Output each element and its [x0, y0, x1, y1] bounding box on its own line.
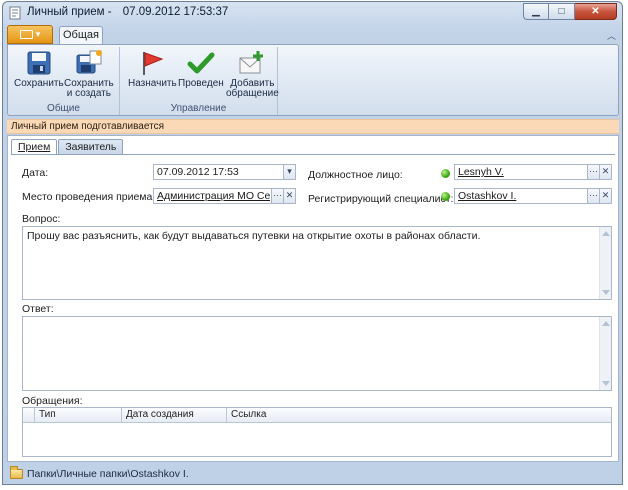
folder-icon — [10, 466, 23, 479]
place-label: Место проведения приема: — [22, 191, 156, 203]
ribbon-group-general-title: Общие — [47, 103, 80, 114]
question-scrollbar[interactable] — [599, 227, 611, 299]
column-header-type[interactable]: Тип — [35, 408, 122, 423]
registrar-field[interactable]: Ostashkov I. ··· ✕ — [454, 188, 612, 204]
app-menu-button[interactable]: ▾ — [7, 25, 53, 44]
official-field[interactable]: Lesnyh V. ··· ✕ — [454, 164, 612, 180]
status-banner: Личный прием подготавливается — [7, 119, 619, 134]
scroll-up-icon[interactable] — [602, 321, 610, 326]
question-textarea[interactable]: Прошу вас разъяснить, как будут выдавать… — [22, 226, 612, 300]
registrar-browse-button[interactable]: ··· — [587, 189, 599, 203]
ribbon-group-management-title: Управление — [170, 103, 227, 114]
assign-button-label: Назначить — [128, 78, 177, 89]
place-field[interactable]: Администрация МО Сертолов ··· ✕ — [153, 188, 296, 204]
title-bar: Личный прием - 07.09.2012 17:53:37 ▁ □ ✕ — [3, 2, 622, 24]
date-label: Дата: — [22, 167, 49, 179]
window-title: Личный прием - 07.09.2012 17:53:37 — [27, 6, 236, 18]
scroll-up-icon[interactable] — [602, 231, 610, 236]
dropdown-arrow-icon: ▾ — [35, 29, 41, 39]
ribbon-group-management: Назначить Проведен Добавить обращение Уп… — [120, 47, 279, 115]
registrar-clear-button[interactable]: ✕ — [599, 189, 611, 203]
red-flag-icon — [143, 52, 164, 75]
scroll-down-icon[interactable] — [602, 381, 610, 386]
ribbon-group-general: Сохранить Сохранить и создать Общие — [8, 47, 120, 115]
add-envelope-icon — [239, 51, 264, 74]
save-and-create-button-label: Сохранить и создать — [64, 78, 114, 99]
form-content: Прием Заявитель Дата: 07.09.2012 17:53 ▾… — [7, 135, 619, 462]
appeals-label: Обращения: — [22, 395, 83, 407]
minimize-button[interactable]: ▁ — [523, 3, 549, 20]
save-button-label: Сохранить — [14, 78, 64, 89]
place-clear-button[interactable]: ✕ — [283, 189, 295, 203]
date-value: 07.09.2012 17:53 — [157, 166, 239, 178]
date-dropdown-button[interactable]: ▾ — [283, 165, 295, 179]
official-label: Должностное лицо: — [308, 169, 403, 181]
app-menu-icon — [19, 30, 33, 39]
answer-scrollbar[interactable] — [599, 317, 611, 390]
date-field[interactable]: 07.09.2012 17:53 ▾ — [153, 164, 296, 180]
registrar-label: Регистрирующий специалист: — [308, 193, 454, 205]
window-controls: ▁ □ ✕ — [523, 3, 617, 20]
assign-button[interactable]: Назначить — [128, 49, 177, 89]
official-clear-button[interactable]: ✕ — [599, 165, 611, 179]
column-header-created[interactable]: Дата создания — [122, 408, 227, 423]
official-status-icon — [441, 169, 450, 178]
window-title-datetime: 07.09.2012 17:53:37 — [122, 6, 229, 18]
ribbon: Сохранить Сохранить и создать Общие Назн… — [7, 44, 619, 116]
form-tabs: Прием Заявитель — [11, 139, 124, 155]
app-window: Личный прием - 07.09.2012 17:53:37 ▁ □ ✕… — [2, 1, 623, 485]
save-and-create-button[interactable]: Сохранить и создать — [64, 49, 114, 99]
maximize-button[interactable]: □ — [549, 3, 575, 20]
save-button[interactable]: Сохранить — [14, 49, 64, 89]
place-browse-button[interactable]: ··· — [271, 189, 283, 203]
conducted-button[interactable]: Проведен — [178, 49, 224, 89]
ribbon-collapse-icon[interactable]: ︿ — [607, 29, 616, 42]
footer-path-bar: Папки\Личные папки\Ostashkov I. — [7, 464, 619, 484]
document-icon — [9, 6, 21, 20]
add-appeal-button[interactable]: Добавить обращение — [226, 49, 279, 99]
tab-reception[interactable]: Прием — [11, 139, 58, 155]
tab-applicant[interactable]: Заявитель — [58, 139, 124, 154]
appeals-grid[interactable]: Тип Дата создания Ссылка — [22, 407, 612, 457]
reception-panel: Дата: 07.09.2012 17:53 ▾ Должностное лиц… — [11, 154, 615, 460]
close-button[interactable]: ✕ — [575, 3, 617, 20]
conducted-button-label: Проведен — [178, 78, 224, 89]
answer-textarea[interactable] — [22, 316, 612, 391]
question-text: Прошу вас разъяснить, как будут выдавать… — [27, 230, 481, 242]
ribbon-tab-general[interactable]: Общая — [59, 26, 103, 44]
appeals-grid-header: Тип Дата создания Ссылка — [23, 408, 611, 423]
registrar-status-icon — [441, 192, 450, 201]
window-title-name: Личный прием - — [27, 6, 112, 18]
registrar-value: Ostashkov I. — [458, 190, 517, 202]
ribbon-tab-row: ▾ Общая ︿ — [7, 25, 619, 44]
grid-row-indicator — [23, 408, 35, 423]
save-and-create-icon — [76, 50, 102, 74]
column-header-link[interactable]: Ссылка — [227, 408, 611, 423]
official-browse-button[interactable]: ··· — [587, 165, 599, 179]
question-label: Вопрос: — [22, 213, 61, 225]
green-check-icon — [187, 52, 215, 74]
official-value: Lesnyh V. — [458, 166, 504, 178]
folder-path[interactable]: Папки\Личные папки\Ostashkov I. — [27, 468, 189, 480]
scroll-down-icon[interactable] — [602, 290, 610, 295]
save-icon — [27, 51, 51, 75]
add-appeal-button-label: Добавить обращение — [226, 78, 279, 99]
answer-label: Ответ: — [22, 303, 54, 315]
